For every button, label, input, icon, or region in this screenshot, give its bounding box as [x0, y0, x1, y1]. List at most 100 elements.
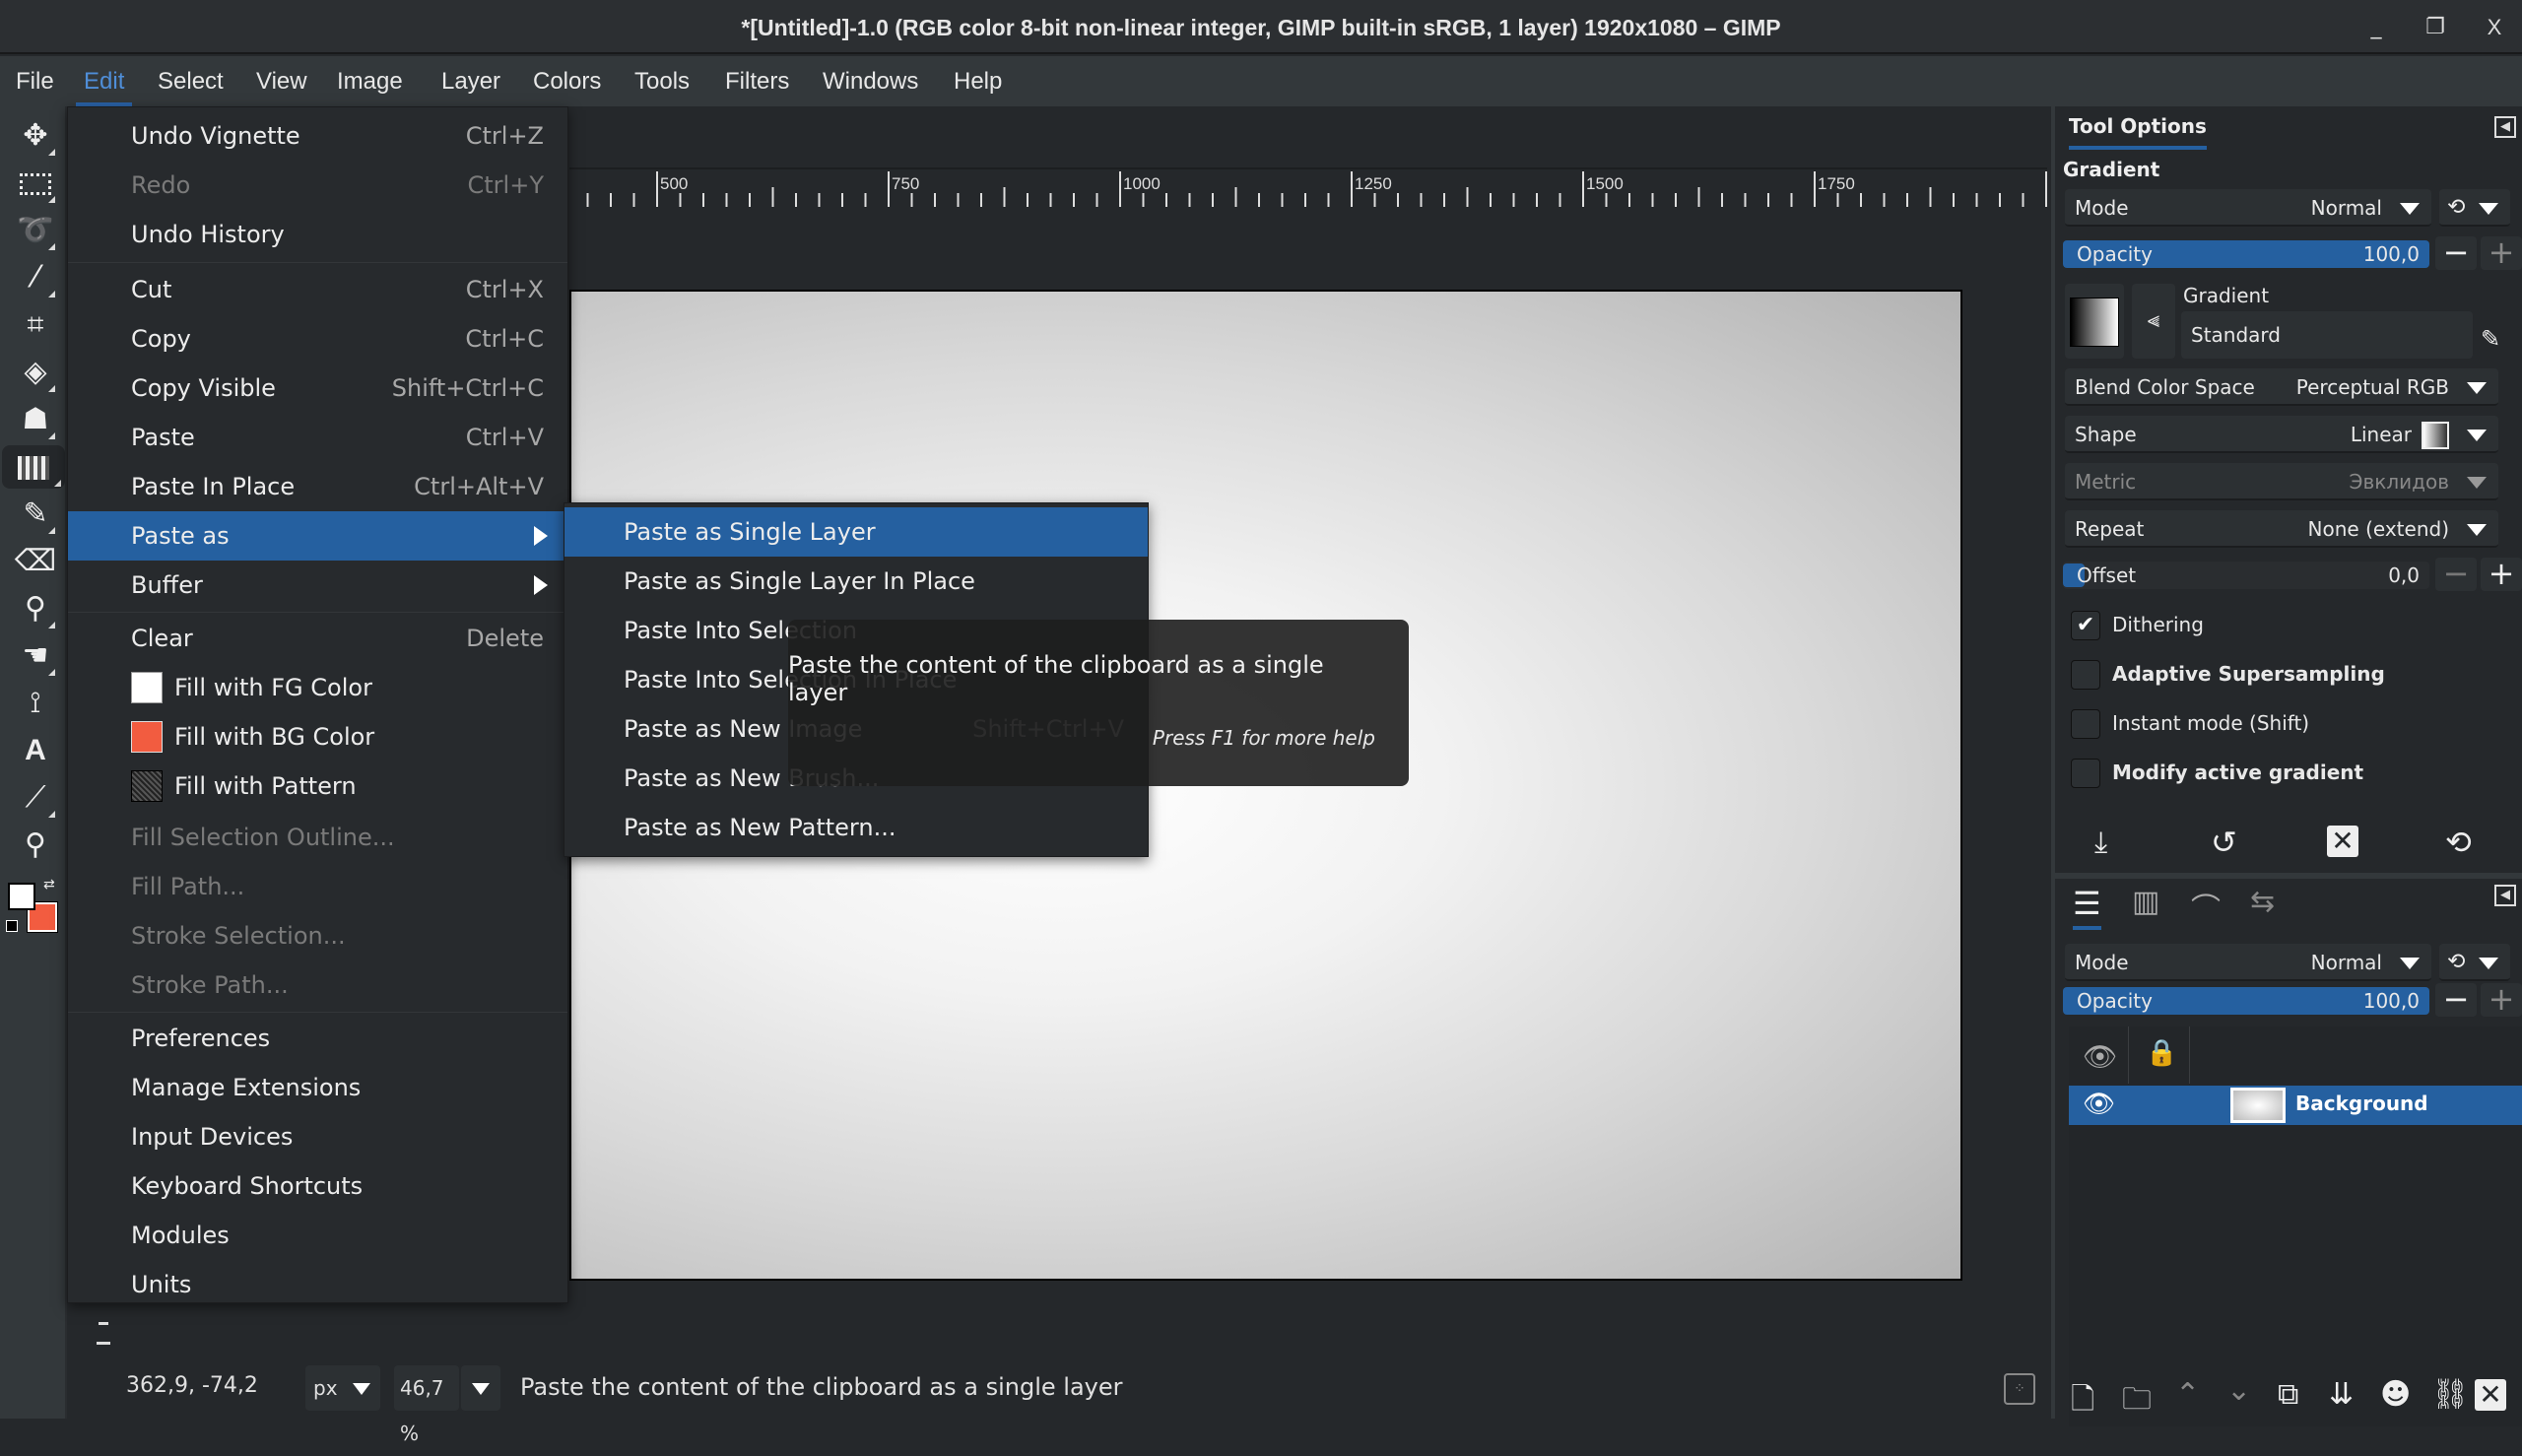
layer-mode-reset-button[interactable]: ⟲	[2439, 944, 2510, 981]
fuzzy-select-icon[interactable]: ⁄	[12, 256, 59, 299]
opacity-increase-button[interactable]: +	[2481, 236, 2522, 270]
crop-icon[interactable]: ⌗	[12, 303, 59, 347]
delete-layer-icon[interactable]: ✕	[2475, 1379, 2506, 1411]
blend-color-space-select[interactable]: Blend Color Space Perceptual RGB	[2065, 368, 2498, 406]
smudge-icon[interactable]: ☚	[12, 634, 59, 678]
raise-layer-icon[interactable]: ⌃	[2175, 1377, 2200, 1412]
zoom-icon[interactable]: ⚲	[12, 824, 59, 867]
reverse-gradient-icon[interactable]: ⫷	[2132, 284, 2175, 359]
menu-layer[interactable]: Layer	[433, 56, 508, 106]
layers-tab-icon[interactable]: ☰	[2073, 885, 2101, 930]
reset-to-defaults-icon[interactable]: ⟲	[2445, 824, 2472, 861]
menu-tools[interactable]: Tools	[627, 56, 697, 106]
menu-item-clear[interactable]: Clear Delete	[68, 614, 567, 663]
move-icon[interactable]: ✥	[12, 114, 59, 158]
new-layer-icon[interactable]: 🗋	[2071, 1377, 2094, 1427]
menu-item-preferences[interactable]: Preferences	[68, 1014, 567, 1063]
offset-increase-button[interactable]: +	[2481, 558, 2522, 591]
layer-opacity-increase-button[interactable]: +	[2481, 983, 2522, 1017]
dithering-checkbox[interactable]: ✔	[2071, 611, 2100, 640]
menu-help[interactable]: Help	[946, 56, 1010, 106]
menu-item-paste-as-new-pattern[interactable]: Paste as New Pattern...	[564, 803, 1148, 852]
menu-item-buffer[interactable]: Buffer	[68, 561, 567, 610]
chain-icon[interactable]: ⛓	[2431, 1377, 2469, 1412]
mode-reset-button[interactable]: ⟲	[2439, 189, 2510, 227]
menu-item-paste-as-single-layer[interactable]: Paste as Single Layer	[564, 507, 1148, 557]
channels-tab-icon[interactable]: ▥	[2132, 885, 2159, 919]
offset-slider[interactable]: Offset 0,0	[2063, 562, 2429, 589]
opacity-decrease-button[interactable]: −	[2435, 236, 2477, 270]
offset-decrease-button[interactable]: −	[2435, 558, 2477, 591]
menu-colors[interactable]: Colors	[525, 56, 609, 106]
menu-item-paste-as-single-layer-in-place[interactable]: Paste as Single Layer In Place	[564, 557, 1148, 606]
menu-item-fill-path[interactable]: Fill Path...	[68, 862, 567, 911]
menu-edit[interactable]: Edit	[76, 56, 133, 106]
menu-item-paste-in-place[interactable]: Paste In Place Ctrl+Alt+V	[68, 462, 567, 511]
color-picker-icon[interactable]: ⟋	[12, 776, 59, 820]
mode-select[interactable]: Mode Normal	[2065, 189, 2431, 227]
maximize-button[interactable]: ❐	[2416, 10, 2455, 45]
edit-gradient-icon[interactable]: ✎	[2481, 325, 2500, 353]
menu-item-modules[interactable]: Modules	[68, 1211, 567, 1260]
menu-item-copy[interactable]: Copy Ctrl+C	[68, 314, 567, 364]
menu-item-fill-bg[interactable]: Fill with BG Color	[68, 712, 567, 761]
eraser-icon[interactable]: ⌫	[12, 540, 59, 583]
layer-mode-select[interactable]: Mode Normal	[2065, 944, 2431, 981]
menu-item-stroke-selection[interactable]: Stroke Selection...	[68, 911, 567, 960]
merge-layer-icon[interactable]: ⇊	[2329, 1377, 2354, 1412]
swap-colors-icon[interactable]: ⇄	[43, 877, 55, 893]
modify-active-gradient-checkbox[interactable]	[2071, 759, 2100, 788]
menu-filters[interactable]: Filters	[717, 56, 797, 106]
menu-item-paste[interactable]: Paste Ctrl+V	[68, 413, 567, 462]
gradient-icon[interactable]	[2, 445, 65, 489]
duplicate-layer-icon[interactable]: ⧉	[2278, 1377, 2298, 1412]
layer-opacity-decrease-button[interactable]: −	[2435, 983, 2477, 1017]
menu-file[interactable]: File	[8, 56, 62, 106]
menu-item-keyboard-shortcuts[interactable]: Keyboard Shortcuts	[68, 1161, 567, 1211]
gradient-name-field[interactable]: Standard	[2181, 311, 2473, 359]
zoom-dropdown[interactable]	[461, 1365, 500, 1411]
menu-item-manage-extensions[interactable]: Manage Extensions	[68, 1063, 567, 1112]
layer-name[interactable]: Background	[2295, 1092, 2428, 1115]
instant-mode-checkbox[interactable]	[2071, 709, 2100, 739]
menu-item-redo[interactable]: Redo Ctrl+Y	[68, 161, 567, 210]
horizontal-ruler[interactable]: 500 750 1000 1250 1500 1750	[569, 167, 2047, 207]
unit-select[interactable]: px	[305, 1365, 380, 1411]
rect-select-icon[interactable]	[12, 162, 59, 205]
menu-image[interactable]: Image	[329, 56, 411, 106]
menu-item-stroke-path[interactable]: Stroke Path...	[68, 960, 567, 1010]
menu-windows[interactable]: Windows	[815, 56, 926, 106]
menu-item-input-devices[interactable]: Input Devices	[68, 1112, 567, 1161]
close-button[interactable]: X	[2475, 10, 2514, 45]
dock-menu-icon[interactable]: ◀	[2494, 116, 2516, 138]
paths-tab-icon[interactable]: ⌒	[2191, 885, 2221, 928]
tab-tool-options[interactable]: Tool Options	[2069, 114, 2207, 150]
opacity-slider[interactable]: Opacity 100,0	[2063, 240, 2429, 268]
metric-select[interactable]: Metric Эвклидов	[2065, 463, 2498, 500]
warp-icon[interactable]: ☗	[12, 398, 59, 441]
paths-icon[interactable]: ⟟	[12, 682, 59, 725]
menu-item-fill-pattern[interactable]: Fill with Pattern	[68, 761, 567, 811]
text-icon[interactable]: A	[12, 729, 59, 772]
menu-item-fill-selection-outline[interactable]: Fill Selection Outline...	[68, 813, 567, 862]
menu-item-cut[interactable]: Cut Ctrl+X	[68, 265, 567, 314]
repeat-select[interactable]: Repeat None (extend)	[2065, 510, 2498, 548]
restore-preset-icon[interactable]: ↺	[2211, 824, 2237, 861]
menu-item-units[interactable]: Units	[68, 1260, 567, 1309]
menu-item-undo-vignette[interactable]: Undo Vignette Ctrl+Z	[68, 111, 567, 161]
default-colors-icon[interactable]	[6, 920, 18, 932]
layer-mask-icon[interactable]: ☻	[2380, 1377, 2411, 1412]
layer-row-background[interactable]: 👁 Background	[2069, 1086, 2522, 1125]
gradient-preview-button[interactable]	[2065, 284, 2124, 359]
save-preset-icon[interactable]: ⤓	[2094, 826, 2107, 860]
lower-layer-icon[interactable]: ⌄	[2226, 1373, 2251, 1408]
minimize-button[interactable]: _	[2356, 10, 2396, 45]
undo-history-tab-icon[interactable]: ⇆	[2250, 885, 2275, 919]
clone-icon[interactable]: ⚲	[12, 587, 59, 630]
transform-icon[interactable]: ◈	[12, 351, 59, 394]
menu-view[interactable]: View	[248, 56, 315, 106]
lasso-icon[interactable]: ➰	[12, 209, 59, 252]
layer-visibility-icon[interactable]: 👁	[2083, 1090, 2115, 1119]
menu-item-paste-as[interactable]: Paste as	[68, 511, 567, 561]
adaptive-supersampling-checkbox[interactable]	[2071, 660, 2100, 690]
